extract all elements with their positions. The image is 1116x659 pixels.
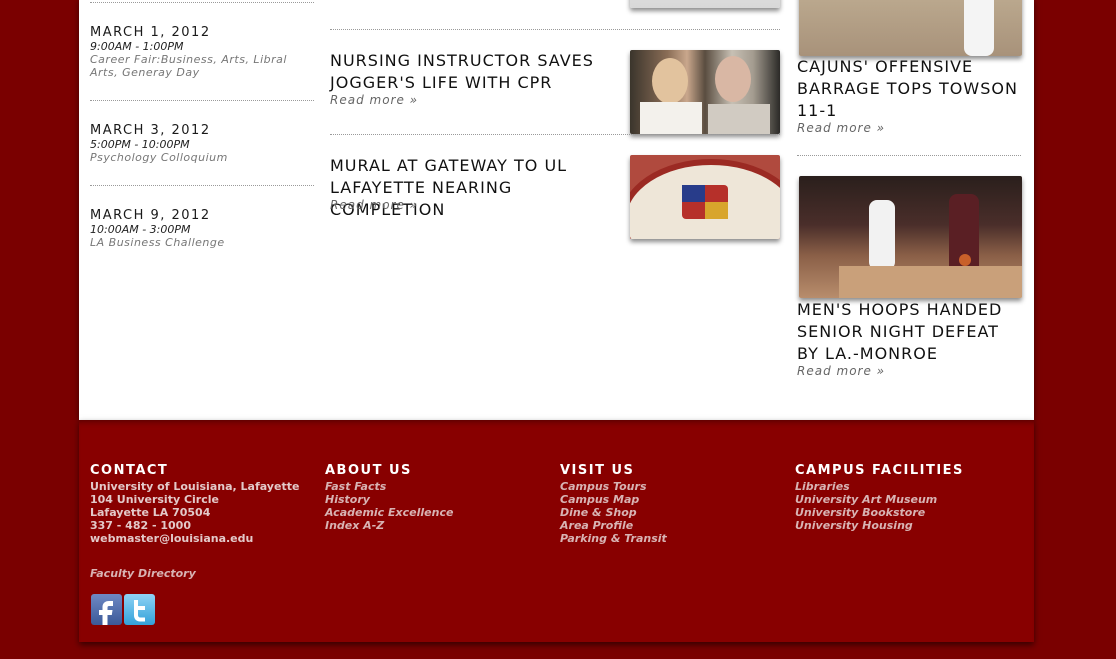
event-time: 10:00AM - 3:00PM	[90, 223, 191, 236]
sports-thumbnail[interactable]	[799, 0, 1022, 56]
divider	[90, 185, 314, 186]
court-floor-shape	[839, 266, 1022, 298]
divider	[90, 2, 314, 3]
sports-headline[interactable]: MEN'S HOOPS HANDED SENIOR NIGHT DEFEAT B…	[797, 299, 1022, 365]
twitter-icon[interactable]	[124, 594, 155, 625]
contact-email-link[interactable]: webmaster@louisiana.edu	[90, 532, 315, 545]
event-date: MARCH 3, 2012	[90, 123, 211, 138]
news-thumbnail[interactable]	[630, 50, 780, 134]
person-shirt-shape	[708, 104, 770, 134]
person-face-shape	[715, 56, 751, 102]
footer-contact: CONTACT University of Louisiana, Lafayet…	[90, 463, 315, 580]
news-thumbnail[interactable]	[630, 0, 780, 8]
event-description: Psychology Colloquium	[90, 151, 228, 164]
event-date: MARCH 9, 2012	[90, 208, 211, 223]
footer-link[interactable]: University Housing	[795, 519, 1020, 532]
divider	[797, 155, 1021, 156]
footer-heading: CAMPUS FACILITIES	[795, 463, 964, 478]
footer-link[interactable]: Fast Facts	[325, 480, 545, 493]
event-item[interactable]: MARCH 3, 2012 5:00PM - 10:00PM Psycholog…	[90, 123, 314, 164]
footer-link[interactable]: Area Profile	[560, 519, 780, 532]
footer-link[interactable]: Index A-Z	[325, 519, 545, 532]
footer-heading: ABOUT US	[325, 463, 412, 478]
event-item[interactable]: MARCH 1, 2012 9:00AM - 1:00PM Career Fai…	[90, 25, 314, 79]
footer-link[interactable]: Libraries	[795, 480, 1020, 493]
event-description: LA Business Challenge	[90, 236, 225, 249]
event-description: Career Fair:Business, Arts, Libral Arts,…	[90, 53, 287, 79]
read-more-link[interactable]: Read more »	[797, 121, 885, 135]
contact-line: 337 - 482 - 1000	[90, 519, 191, 532]
contact-line: Lafayette LA 70504	[90, 506, 211, 519]
footer-about: ABOUT US Fast Facts History Academic Exc…	[325, 463, 545, 532]
shield-shape	[682, 185, 728, 219]
footer-link[interactable]: History	[325, 493, 545, 506]
footer-visit: VISIT US Campus Tours Campus Map Dine & …	[560, 463, 780, 545]
footer-heading: CONTACT	[90, 463, 169, 478]
event-time: 5:00PM - 10:00PM	[90, 138, 190, 151]
news-headline[interactable]: NURSING INSTRUCTOR SAVES JOGGER'S LIFE W…	[330, 50, 620, 94]
event-date: MARCH 1, 2012	[90, 25, 211, 40]
footer-link[interactable]: Parking & Transit	[560, 532, 780, 545]
footer-link[interactable]: Campus Map	[560, 493, 780, 506]
person-face-shape	[652, 58, 688, 104]
facebook-icon[interactable]	[91, 594, 122, 625]
read-more-link[interactable]: Read more »	[797, 364, 885, 378]
footer-link[interactable]: Academic Excellence	[325, 506, 545, 519]
sports-headline[interactable]: CAJUNS' OFFENSIVE BARRAGE TOPS TOWSON 11…	[797, 56, 1022, 122]
footer-heading: VISIT US	[560, 463, 635, 478]
news-thumbnail[interactable]	[630, 155, 780, 239]
faculty-directory-link[interactable]: Faculty Directory	[90, 567, 315, 580]
footer-link[interactable]: University Art Museum	[795, 493, 1020, 506]
divider	[330, 29, 780, 30]
event-time: 9:00AM - 1:00PM	[90, 40, 184, 53]
footer-link[interactable]: Dine & Shop	[560, 506, 780, 519]
player-shape	[964, 0, 994, 56]
basketball-shape	[959, 254, 971, 266]
footer-link[interactable]: University Bookstore	[795, 506, 1020, 519]
divider	[330, 134, 780, 135]
read-more-link[interactable]: Read more »	[330, 93, 418, 107]
footer-link[interactable]: Campus Tours	[560, 480, 780, 493]
footer-facilities: CAMPUS FACILITIES Libraries University A…	[795, 463, 1020, 532]
sports-thumbnail[interactable]	[799, 176, 1022, 298]
person-shirt-shape	[640, 102, 702, 134]
player-shape	[869, 200, 895, 270]
contact-line: University of Louisiana, Lafayette	[90, 480, 300, 493]
divider	[90, 100, 314, 101]
read-more-link[interactable]: Read more »	[330, 198, 418, 212]
event-item[interactable]: MARCH 9, 2012 10:00AM - 3:00PM LA Busine…	[90, 208, 314, 249]
contact-line: 104 University Circle	[90, 493, 219, 506]
